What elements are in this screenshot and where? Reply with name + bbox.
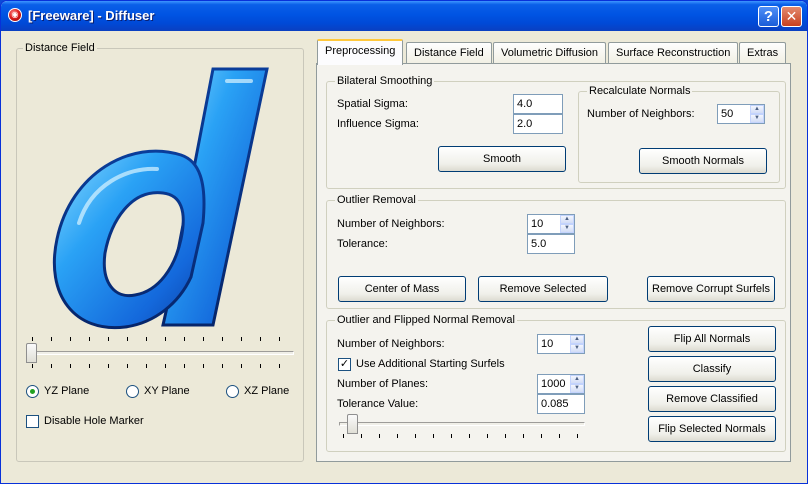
flip-selected-normals-button[interactable]: Flip Selected Normals: [648, 416, 776, 442]
window-title: [Freeware] - Diffuser: [28, 8, 155, 23]
influence-sigma-label: Influence Sigma:: [337, 118, 419, 130]
xz-plane-label: XZ Plane: [244, 385, 290, 397]
remove-selected-button[interactable]: Remove Selected: [478, 276, 608, 302]
center-of-mass-button[interactable]: Center of Mass: [338, 276, 466, 302]
classify-button[interactable]: Classify: [648, 356, 776, 382]
use-additional-surfels-label: Use Additional Starting Surfels: [356, 358, 505, 370]
outlier-tolerance-input[interactable]: [527, 234, 575, 254]
app-icon[interactable]: ◉: [8, 8, 22, 22]
spin-up-icon[interactable]: ▲: [560, 215, 574, 224]
recalculate-normals-title: Recalculate Normals: [587, 85, 693, 97]
distance-field-slider-track[interactable]: [28, 351, 294, 355]
spin-up-icon[interactable]: ▲: [570, 375, 584, 384]
tab-distance-field[interactable]: Distance Field: [406, 42, 492, 64]
remove-classified-button[interactable]: Remove Classified: [648, 386, 776, 412]
spin-down-icon[interactable]: ▼: [570, 344, 584, 353]
tab-extras[interactable]: Extras: [739, 42, 787, 64]
spin-down-icon[interactable]: ▼: [560, 224, 574, 233]
help-button[interactable]: ?: [758, 6, 779, 27]
tab-volumetric-diffusion[interactable]: Volumetric Diffusion: [493, 42, 607, 64]
app-window: ◉ [Freeware] - Diffuser ? ✕ Distance Fie…: [0, 0, 808, 484]
spin-up-icon[interactable]: ▲: [750, 105, 764, 114]
yz-plane-radio[interactable]: [26, 385, 39, 398]
spatial-sigma-input[interactable]: [513, 94, 563, 114]
tolerance-value-input[interactable]: [537, 394, 585, 414]
flip-all-normals-button[interactable]: Flip All Normals: [648, 326, 776, 352]
yz-plane-label: YZ Plane: [44, 385, 90, 397]
normals-neighbors-spinner[interactable]: ▲▼: [717, 104, 765, 124]
xy-plane-radio[interactable]: [126, 385, 139, 398]
smooth-normals-button[interactable]: Smooth Normals: [639, 148, 767, 174]
use-additional-surfels-checkbox[interactable]: ✓: [338, 358, 351, 371]
distance-field-title: Distance Field: [23, 42, 97, 54]
outlier-neighbors-label: Number of Neighbors:: [337, 218, 445, 230]
flipped-normal-title: Outlier and Flipped Normal Removal: [335, 314, 517, 326]
tab-preprocessing[interactable]: Preprocessing: [317, 39, 404, 65]
number-of-planes-label: Number of Planes:: [337, 378, 429, 390]
distance-field-slider-thumb[interactable]: [26, 343, 37, 363]
xz-plane-radio[interactable]: [226, 385, 239, 398]
outlier-removal-title: Outlier Removal: [335, 194, 418, 206]
remove-corrupt-surfels-button[interactable]: Remove Corrupt Surfels: [647, 276, 775, 302]
flipped-neighbors-label: Number of Neighbors:: [337, 338, 445, 350]
spin-down-icon[interactable]: ▼: [750, 114, 764, 123]
tab-surface-reconstruction[interactable]: Surface Reconstruction: [608, 42, 739, 64]
distance-field-logo: [52, 67, 269, 330]
spin-up-icon[interactable]: ▲: [570, 335, 584, 344]
xy-plane-label: XY Plane: [144, 385, 190, 397]
tolerance-slider-thumb[interactable]: [347, 414, 358, 434]
title-bar[interactable]: ◉ [Freeware] - Diffuser ? ✕: [1, 1, 807, 31]
disable-hole-marker-label: Disable Hole Marker: [44, 415, 144, 427]
outlier-tolerance-label: Tolerance:: [337, 238, 388, 250]
disable-hole-marker-checkbox[interactable]: [26, 415, 39, 428]
close-button[interactable]: ✕: [781, 6, 802, 27]
outlier-neighbors-spinner[interactable]: ▲▼: [527, 214, 575, 234]
influence-sigma-input[interactable]: [513, 114, 563, 134]
normals-neighbors-label: Number of Neighbors:: [587, 108, 695, 120]
spatial-sigma-label: Spatial Sigma:: [337, 98, 408, 110]
bilateral-smoothing-title: Bilateral Smoothing: [335, 75, 435, 87]
flipped-neighbors-spinner[interactable]: ▲▼: [537, 334, 585, 354]
tolerance-value-label: Tolerance Value:: [337, 398, 419, 410]
spin-down-icon[interactable]: ▼: [570, 384, 584, 393]
smooth-button[interactable]: Smooth: [438, 146, 566, 172]
number-of-planes-spinner[interactable]: ▲▼: [537, 374, 585, 394]
tolerance-slider-track[interactable]: [339, 422, 585, 426]
